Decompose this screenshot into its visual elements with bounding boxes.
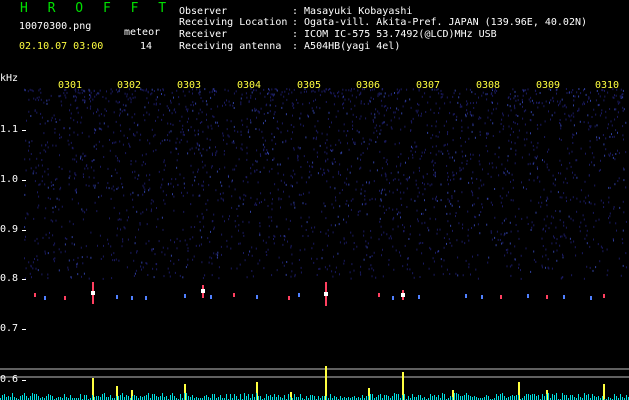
antenna-value: : A504HB(yagi 4el) <box>292 41 401 52</box>
spectrogram <box>0 88 629 400</box>
y-tick-label: 0.8 <box>0 273 19 284</box>
noise-field <box>24 88 627 280</box>
meteor-echo-core <box>201 289 205 293</box>
y-tick-label: 1.1 <box>0 124 19 135</box>
x-tick-label: 0302 <box>117 80 142 91</box>
observer-value: : Masayuki Kobayashi <box>292 6 413 17</box>
echo-band <box>34 293 605 300</box>
baseline-noise <box>0 393 629 400</box>
y-tick-mark <box>22 329 26 330</box>
x-tick-label: 0307 <box>416 80 441 91</box>
y-tick-label: 1.0 <box>0 174 19 185</box>
y-tick-mark <box>22 180 26 181</box>
x-tick-label: 0306 <box>356 80 381 91</box>
x-tick-label: 0308 <box>476 80 501 91</box>
x-tick-label: 0309 <box>536 80 561 91</box>
x-tick-label: 0304 <box>237 80 262 91</box>
meteor-echo-core <box>401 293 405 297</box>
datetime: 02.10.07 03:00 <box>19 41 104 52</box>
app-title: H R O F F T <box>20 1 173 16</box>
location-value: : Ogata-vill. Akita-Pref. JAPAN (139.96E… <box>292 17 588 28</box>
antenna-label: Receiving antenna <box>179 41 282 52</box>
y-tick-mark <box>22 279 26 280</box>
y-tick-label: 0.7 <box>0 323 19 334</box>
activity-bar <box>603 384 605 400</box>
receiver-label: Receiver <box>179 29 228 40</box>
meteor-label: meteor <box>124 27 161 38</box>
y-tick-label: 0.9 <box>0 224 19 235</box>
receiver-value: : ICOM IC-575 53.7492(@LCD)MHz USB <box>292 29 497 40</box>
x-tick-label: 0305 <box>297 80 322 91</box>
x-tick-label: 0303 <box>177 80 202 91</box>
y-tick-mark <box>22 230 26 231</box>
y-tick-mark <box>22 130 26 131</box>
y-axis-unit: kHz <box>0 73 19 84</box>
x-tick-label: 0310 <box>595 80 620 91</box>
meteor-echo-core <box>324 292 328 296</box>
x-tick-label: 0301 <box>58 80 83 91</box>
location-label: Receiving Location <box>179 17 288 28</box>
meteor-echo-core <box>91 291 95 295</box>
y-tick-label: 0.6 <box>0 374 19 385</box>
filename: 10070300.png <box>19 21 92 32</box>
observer-label: Observer <box>179 6 228 17</box>
activity-bar <box>325 366 327 400</box>
meteor-count: 14 <box>140 41 153 52</box>
y-tick-mark <box>22 380 26 381</box>
